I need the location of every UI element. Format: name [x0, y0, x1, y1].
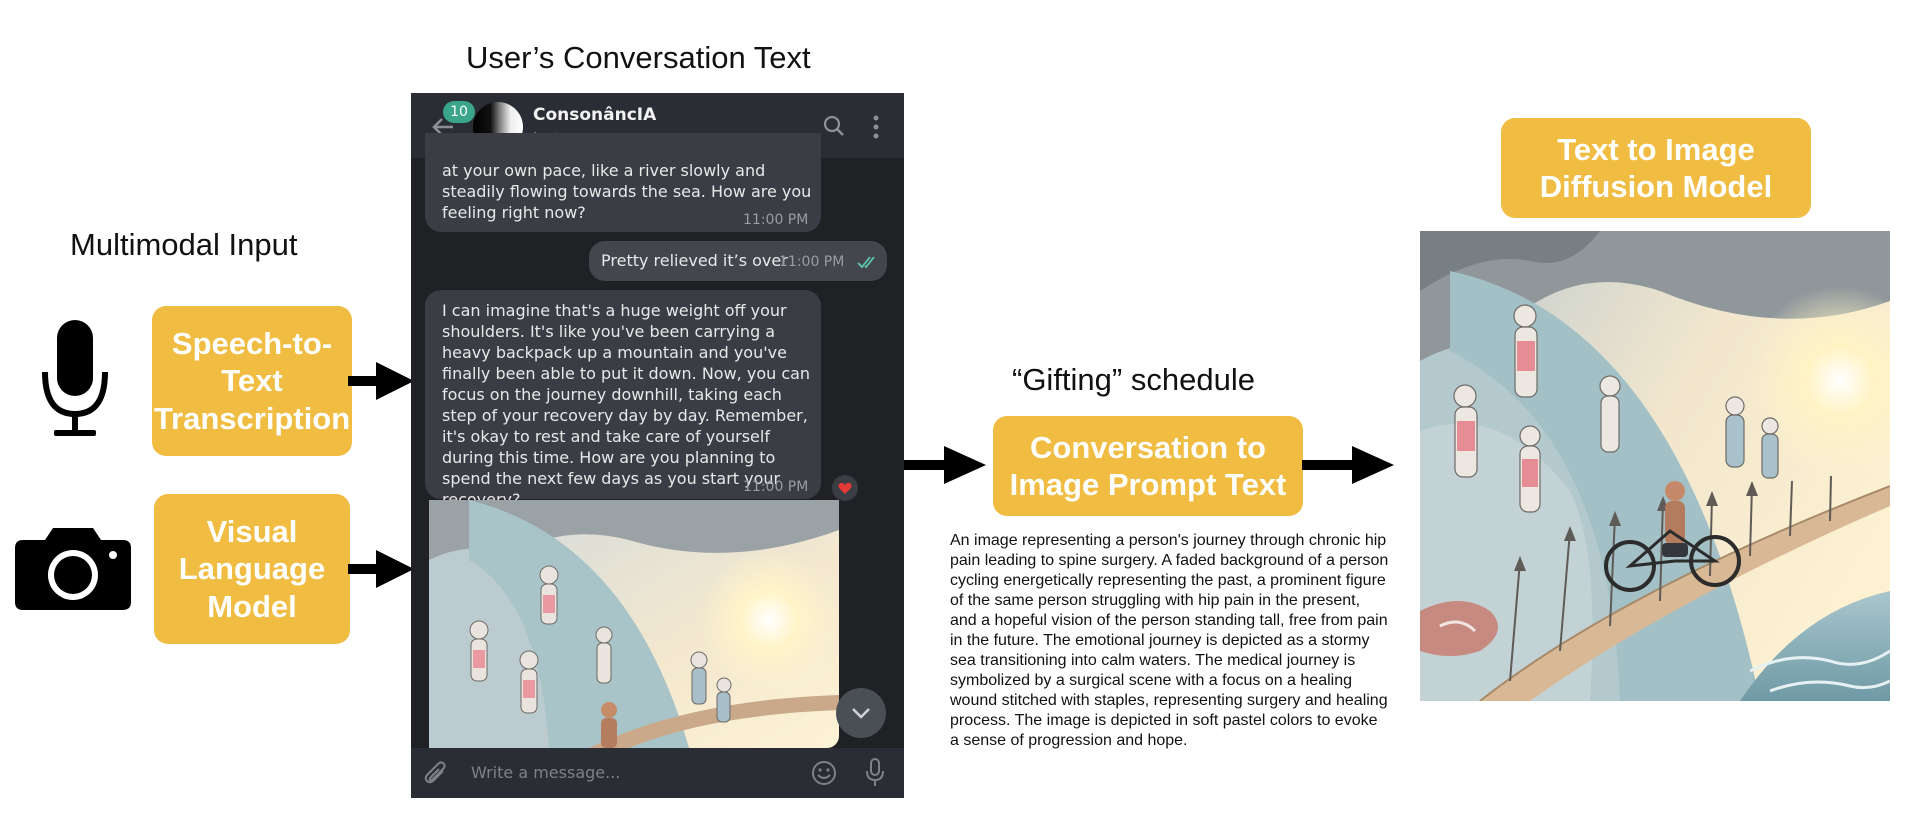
chat-message-user: Pretty relieved it’s over 11:00 PM [589, 241, 887, 281]
diffusion-model-label: Text to Image Diffusion Model [1539, 131, 1773, 204]
search-icon[interactable] [823, 115, 845, 137]
visual-language-model-box: Visual Language Model [154, 494, 350, 644]
speech-to-text-label: Speech-to-Text Transcription [153, 326, 351, 436]
conversation-title: User’s Conversation Text [466, 40, 811, 75]
message-time: 11:00 PM [779, 254, 845, 270]
microphone-icon [42, 320, 108, 436]
chat-image-message[interactable] [429, 500, 839, 748]
scroll-down-button[interactable] [836, 688, 886, 738]
heart-reaction[interactable] [832, 475, 858, 501]
chat-message-bot-2: I can imagine that's a huge weight off y… [425, 290, 821, 509]
menu-dots-icon[interactable] [872, 115, 880, 139]
unread-badge: 10 [443, 101, 475, 123]
conversation-to-prompt-box: Conversation to Image Prompt Text [993, 416, 1303, 516]
message-text: Pretty relieved it’s over [601, 251, 788, 270]
double-check-icon [857, 256, 875, 269]
multimodal-title: Multimodal Input [70, 227, 298, 262]
heart-icon [838, 482, 852, 494]
scroll-down-icon [852, 708, 870, 719]
conversation-to-prompt-label: Conversation to Image Prompt Text [1009, 429, 1287, 502]
message-time: 11:00 PM [743, 479, 809, 495]
diffusion-model-box: Text to Image Diffusion Model [1501, 118, 1811, 218]
arrow-prompt-to-image [1302, 446, 1394, 484]
emoji-icon[interactable] [811, 760, 837, 786]
bot-name: ConsonâncIA [533, 105, 657, 125]
message-composer: Write a message... [411, 748, 904, 798]
chat-window: 10 ConsonâncIA bot at your own pace, lik… [411, 93, 904, 798]
message-input[interactable]: Write a message... [471, 763, 620, 782]
composer-mic-icon[interactable] [865, 758, 885, 788]
message-time: 11:00 PM [743, 212, 809, 228]
arrow-speech-to-chat [348, 362, 414, 400]
visual-language-model-label: Visual Language Model [178, 514, 326, 624]
camera-icon [15, 528, 131, 610]
arrow-chat-to-prompt [892, 446, 986, 484]
generated-image [1420, 231, 1890, 701]
image-prompt-text: An image representing a person's journey… [950, 532, 1389, 749]
arrow-visual-to-chat [348, 550, 414, 588]
attach-icon[interactable] [423, 760, 449, 786]
chat-message-bot-1: at your own pace, like a river slowly an… [425, 133, 821, 232]
gifting-title: “Gifting” schedule [1012, 362, 1255, 397]
speech-to-text-box: Speech-to-Text Transcription [152, 306, 352, 456]
